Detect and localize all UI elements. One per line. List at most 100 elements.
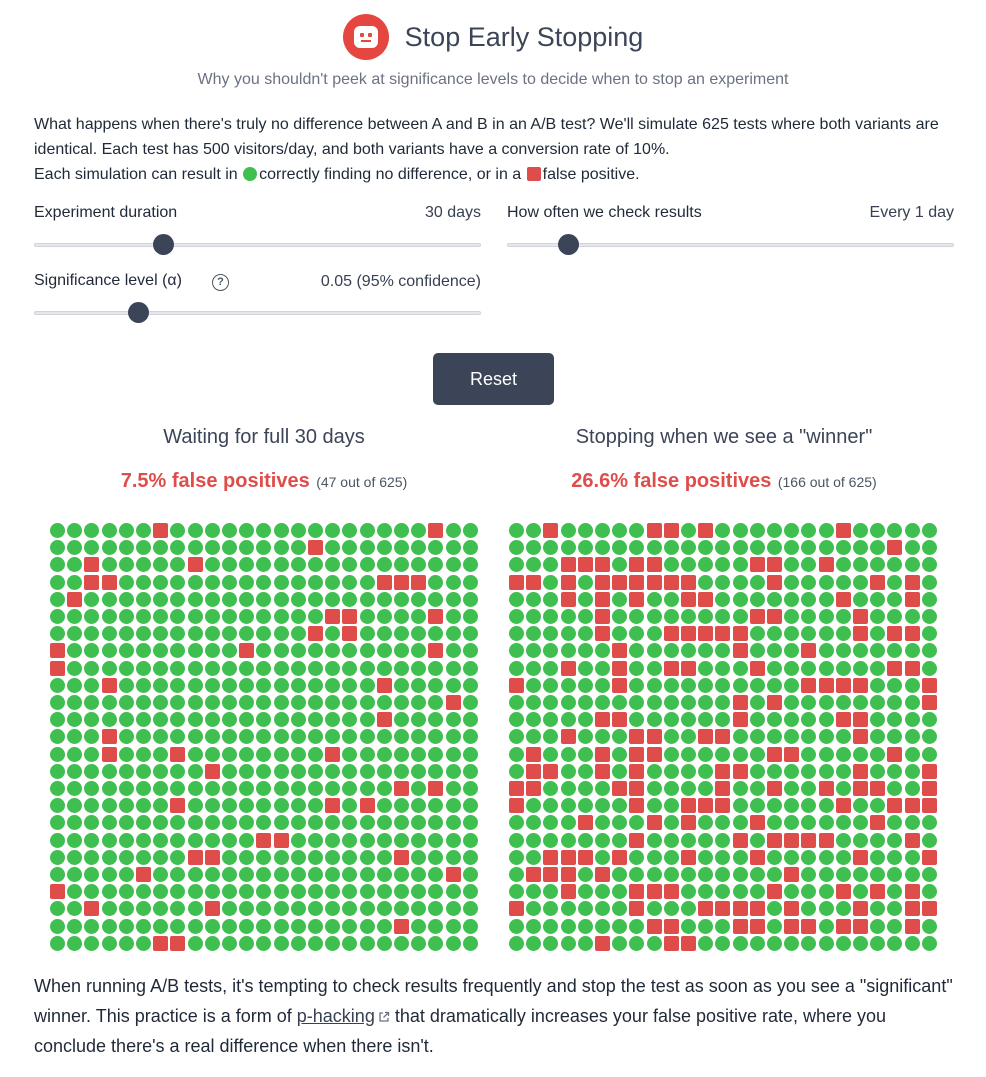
correct-cell xyxy=(835,815,851,831)
correct-cell xyxy=(342,815,358,831)
correct-cell xyxy=(462,798,478,814)
correct-cell xyxy=(767,798,782,814)
correct-cell xyxy=(543,660,559,676)
duration-slider-thumb[interactable] xyxy=(153,234,175,255)
correct-cell xyxy=(376,849,392,865)
correct-cell xyxy=(595,918,610,934)
correct-cell xyxy=(428,763,444,779)
correct-cell xyxy=(67,626,83,642)
correct-cell xyxy=(767,729,782,745)
correct-cell xyxy=(101,591,117,607)
correct-cell xyxy=(904,935,920,951)
false-positive-cell xyxy=(663,935,679,951)
correct-cell xyxy=(681,712,696,728)
false-positive-cell xyxy=(921,798,937,814)
correct-cell xyxy=(394,609,409,624)
false-positive-cell xyxy=(767,746,782,762)
correct-cell xyxy=(239,729,255,745)
correct-cell xyxy=(342,763,358,779)
correct-cell xyxy=(870,849,886,865)
correct-cell xyxy=(646,849,662,865)
correct-cell xyxy=(204,781,220,796)
correct-cell xyxy=(462,918,478,934)
correct-cell xyxy=(325,591,341,607)
correct-cell xyxy=(394,626,409,642)
correct-cell xyxy=(663,867,679,882)
false-positive-cell xyxy=(904,626,920,642)
correct-cell xyxy=(50,815,65,831)
frequency-slider-thumb[interactable] xyxy=(558,234,580,255)
correct-cell xyxy=(153,901,169,917)
correct-cell xyxy=(118,781,134,796)
correct-cell xyxy=(325,849,341,865)
false-positive-cell xyxy=(749,557,765,573)
correct-cell xyxy=(187,918,203,934)
false-positive-cell xyxy=(921,763,937,779)
correct-cell xyxy=(239,609,255,624)
correct-cell xyxy=(136,712,151,728)
false-positive-cell xyxy=(256,832,272,848)
correct-cell xyxy=(50,591,65,607)
correct-cell xyxy=(595,884,610,900)
correct-cell xyxy=(273,798,289,814)
false-positive-cell xyxy=(835,677,851,693)
correct-cell xyxy=(560,677,576,693)
correct-cell xyxy=(428,626,444,642)
correct-cell xyxy=(204,574,220,590)
correct-cell xyxy=(411,901,427,917)
false-positive-cell xyxy=(732,643,748,659)
correct-cell xyxy=(853,574,868,590)
correct-cell xyxy=(170,884,186,900)
correct-cell xyxy=(170,643,186,659)
correct-cell xyxy=(325,626,341,642)
correct-cell xyxy=(170,781,186,796)
significance-slider-track[interactable] xyxy=(34,311,481,315)
correct-cell xyxy=(222,729,237,745)
correct-cell xyxy=(222,901,237,917)
correct-cell xyxy=(560,626,576,642)
correct-cell xyxy=(835,901,851,917)
false-positive-cell xyxy=(870,781,886,796)
false-positive-cell xyxy=(153,523,169,538)
correct-cell xyxy=(187,746,203,762)
correct-cell xyxy=(560,815,576,831)
correct-cell xyxy=(767,523,782,538)
false-positive-cell xyxy=(715,901,731,917)
correct-cell xyxy=(681,832,696,848)
false-positive-cell xyxy=(612,677,628,693)
correct-cell xyxy=(445,557,461,573)
correct-cell xyxy=(428,729,444,745)
correct-cell xyxy=(411,815,427,831)
correct-cell xyxy=(853,557,868,573)
correct-cell xyxy=(870,867,886,882)
correct-cell xyxy=(394,901,409,917)
correct-cell xyxy=(904,695,920,710)
correct-cell xyxy=(256,781,272,796)
correct-cell xyxy=(784,815,800,831)
correct-cell xyxy=(767,867,782,882)
duration-slider-track[interactable] xyxy=(34,243,481,247)
false-positive-cell xyxy=(853,901,868,917)
correct-cell xyxy=(818,523,834,538)
correct-cell xyxy=(394,729,409,745)
significance-slider-thumb[interactable] xyxy=(127,302,149,323)
correct-cell xyxy=(50,746,65,762)
correct-cell xyxy=(629,609,645,624)
correct-cell xyxy=(612,540,628,556)
correct-cell xyxy=(256,901,272,917)
correct-cell xyxy=(462,935,478,951)
correct-cell xyxy=(411,609,427,624)
p-hacking-link[interactable]: p-hacking xyxy=(297,1006,390,1026)
reset-button[interactable]: Reset xyxy=(433,353,554,405)
false-positive-cell xyxy=(560,660,576,676)
correct-cell xyxy=(256,918,272,934)
correct-cell xyxy=(577,574,593,590)
correct-cell xyxy=(308,591,323,607)
correct-cell xyxy=(118,557,134,573)
correct-cell xyxy=(359,523,375,538)
question-circle-icon[interactable]: ? xyxy=(211,274,229,291)
correct-cell xyxy=(136,746,151,762)
correct-cell xyxy=(136,901,151,917)
correct-cell xyxy=(904,849,920,865)
false-positive-cell xyxy=(663,884,679,900)
